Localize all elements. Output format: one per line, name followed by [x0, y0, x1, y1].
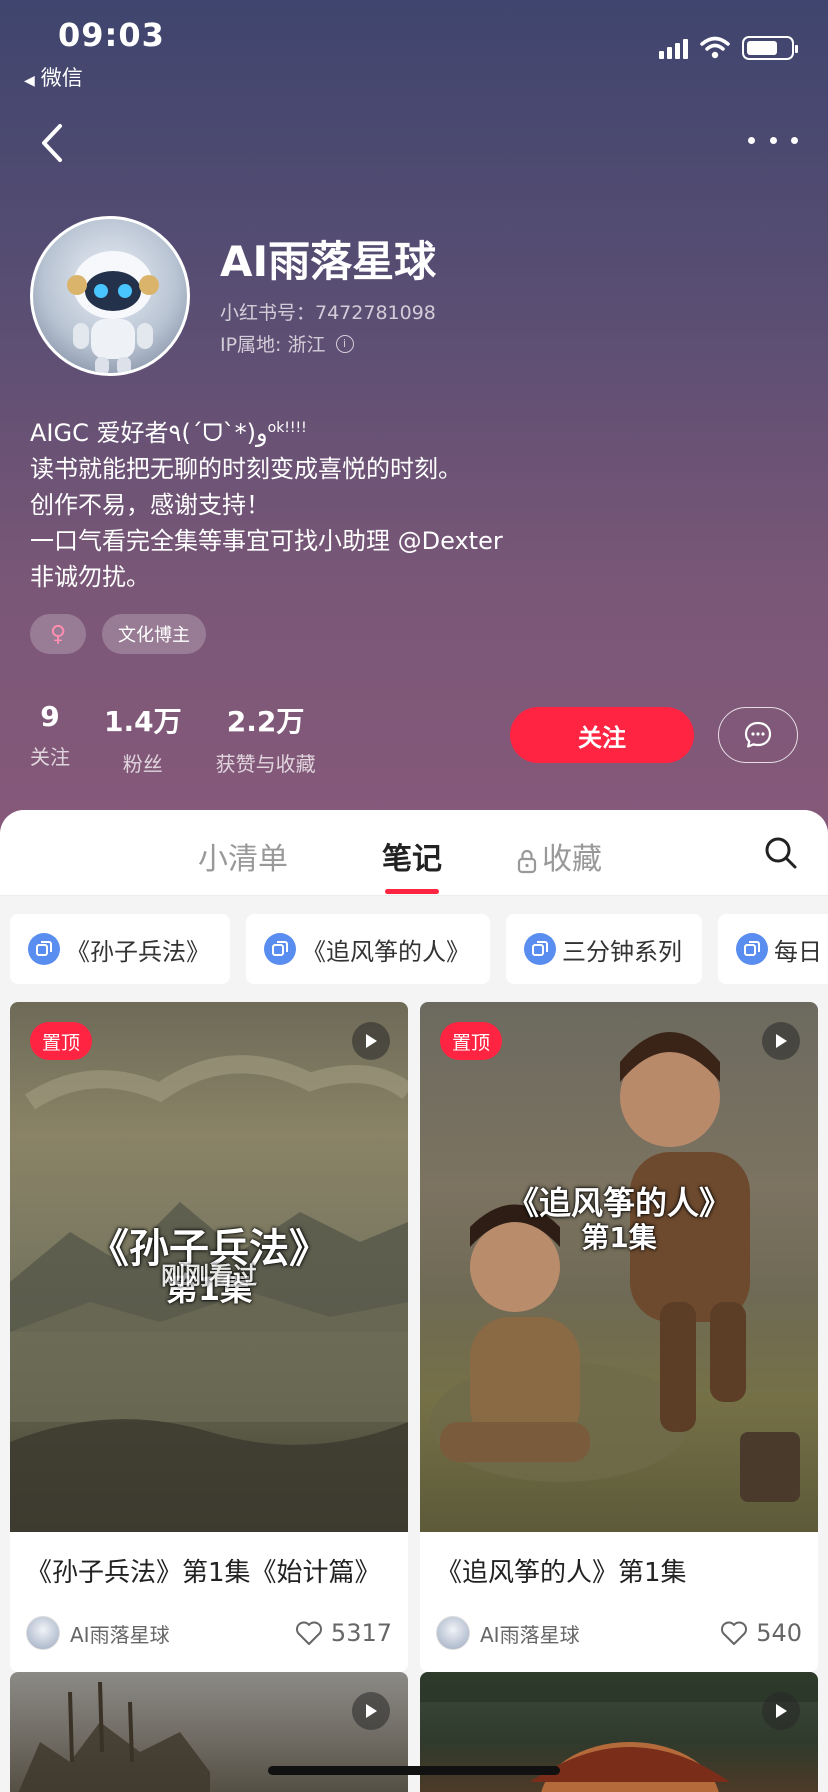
home-indicator[interactable] — [268, 1766, 560, 1775]
profile-tags: ♀ 文化博主 — [30, 614, 206, 654]
video-play-icon — [352, 1022, 390, 1060]
bio-line-4: 一口气看完全集等事宜可找小助理 @Dexter — [30, 527, 503, 555]
info-icon[interactable]: i — [335, 334, 354, 353]
heart-icon — [721, 1621, 748, 1645]
bio-mention-link[interactable]: @Dexter — [398, 527, 503, 555]
note-author[interactable]: AI雨落星球 — [436, 1616, 580, 1650]
follow-button[interactable]: 关注 — [510, 707, 694, 763]
profile-stats: 9 关注 1.4万 粉丝 2.2万 获赞与收藏 — [30, 700, 316, 777]
author-avatar — [436, 1616, 470, 1650]
profile-id[interactable]: 小红书号：7472781098 — [220, 298, 436, 325]
battery-icon — [742, 36, 798, 60]
note-title[interactable]: 《孙子兵法》第1集《始计篇》 — [10, 1532, 408, 1598]
cover-title-line2: 第1集 — [581, 1221, 657, 1254]
chip-three-minute[interactable]: 三分钟系列 — [506, 914, 702, 984]
lock-icon — [517, 849, 537, 873]
children-illustration — [430, 1032, 800, 1502]
collection-icon — [264, 933, 296, 965]
search-icon[interactable] — [764, 836, 798, 870]
note-cover-image[interactable]: 置顶 《追风筝的人》 第1集 — [420, 1002, 818, 1532]
back-app-label: 微信 — [40, 66, 83, 90]
robot-avatar-icon — [67, 251, 159, 373]
note-author[interactable]: AI雨落星球 — [26, 1616, 170, 1650]
tab-collect[interactable]: 收藏 — [516, 834, 602, 878]
stat-followers[interactable]: 1.4万 粉丝 — [104, 700, 182, 777]
tab-list[interactable]: 小清单 — [198, 834, 288, 878]
more-options-icon[interactable] — [748, 128, 798, 152]
like-button[interactable]: 5317 — [295, 1619, 392, 1647]
status-time: 09:03 — [58, 16, 165, 54]
chat-bubble-icon — [744, 721, 772, 748]
note-title[interactable]: 《追风筝的人》第1集 — [420, 1532, 818, 1598]
collection-icon — [736, 933, 768, 965]
bio-line-2: 读书就能把无聊的时刻变成喜悦的时刻。 — [30, 455, 462, 483]
chip-kite-runner[interactable]: 《追风筝的人》 — [246, 914, 490, 984]
stat-following[interactable]: 9 关注 — [30, 700, 70, 777]
collection-chips: 《孙子兵法》 《追风筝的人》 三分钟系列 每日 — [10, 914, 828, 984]
video-play-icon — [762, 1692, 800, 1730]
author-avatar — [26, 1616, 60, 1650]
video-play-icon — [352, 1692, 390, 1730]
wifi-icon — [700, 36, 730, 59]
back-triangle-icon: ◀ — [24, 73, 35, 89]
note-card[interactable]: 置顶 《追风筝的人》 第1集 《追风筝的人》第1集 AI雨落星球 540 — [420, 1002, 818, 1672]
note-meta: AI雨落星球 540 — [420, 1598, 818, 1672]
message-button[interactable] — [718, 707, 798, 763]
note-card[interactable]: 置顶 《孙子兵法》 第1集 刚刚看过 《孙子兵法》第1集《始计篇》 AI雨落星球… — [10, 1002, 408, 1672]
collection-icon — [524, 933, 556, 965]
gender-female-tag: ♀ — [30, 614, 86, 654]
video-play-icon — [762, 1022, 800, 1060]
recently-viewed-label: 刚刚看过 — [161, 1262, 257, 1290]
avatar[interactable] — [30, 216, 190, 376]
heart-icon — [295, 1621, 322, 1645]
bio-line-3: 创作不易，感谢支持！ — [30, 491, 270, 519]
note-meta: AI雨落星球 5317 — [10, 1598, 408, 1672]
back-to-app-link[interactable]: ◀ 微信 — [24, 62, 83, 92]
chip-daily[interactable]: 每日 — [718, 914, 828, 984]
bio-line-5: 非诚勿扰。 — [30, 563, 150, 591]
signal-icon — [659, 37, 688, 59]
profile-name: AI雨落星球 — [220, 237, 437, 286]
category-tag[interactable]: 文化博主 — [102, 614, 206, 654]
pinned-badge: 置顶 — [440, 1022, 503, 1060]
bio-line-1: AIGC 爱好者٩(ˊᗜˋ*)وok!!!! — [30, 419, 307, 447]
collection-icon — [28, 933, 60, 965]
note-cover-image[interactable]: 置顶 《孙子兵法》 第1集 刚刚看过 — [10, 1002, 408, 1532]
like-button[interactable]: 540 — [720, 1619, 802, 1647]
pinned-badge: 置顶 — [30, 1022, 93, 1060]
status-icons — [659, 36, 798, 60]
stat-likes-collects[interactable]: 2.2万 获赞与收藏 — [216, 700, 316, 777]
profile-tabs: 小清单 笔记 收藏 — [0, 810, 828, 896]
back-arrow-icon[interactable] — [34, 120, 74, 166]
profile-ip-location: IP属地: 浙江 i — [220, 330, 354, 357]
chip-sunzi[interactable]: 《孙子兵法》 — [10, 914, 230, 984]
content-sheet: 小清单 笔记 收藏 《孙子兵法》 《追风筝的人》 三分钟系列 每日 置顶 《孙子… — [0, 810, 828, 1792]
tab-notes[interactable]: 笔记 — [382, 834, 442, 878]
ip-location-text: IP属地: 浙江 — [220, 334, 326, 356]
profile-bio: AIGC 爱好者٩(ˊᗜˋ*)وok!!!! 读书就能把无聊的时刻变成喜悦的时刻… — [30, 410, 503, 595]
